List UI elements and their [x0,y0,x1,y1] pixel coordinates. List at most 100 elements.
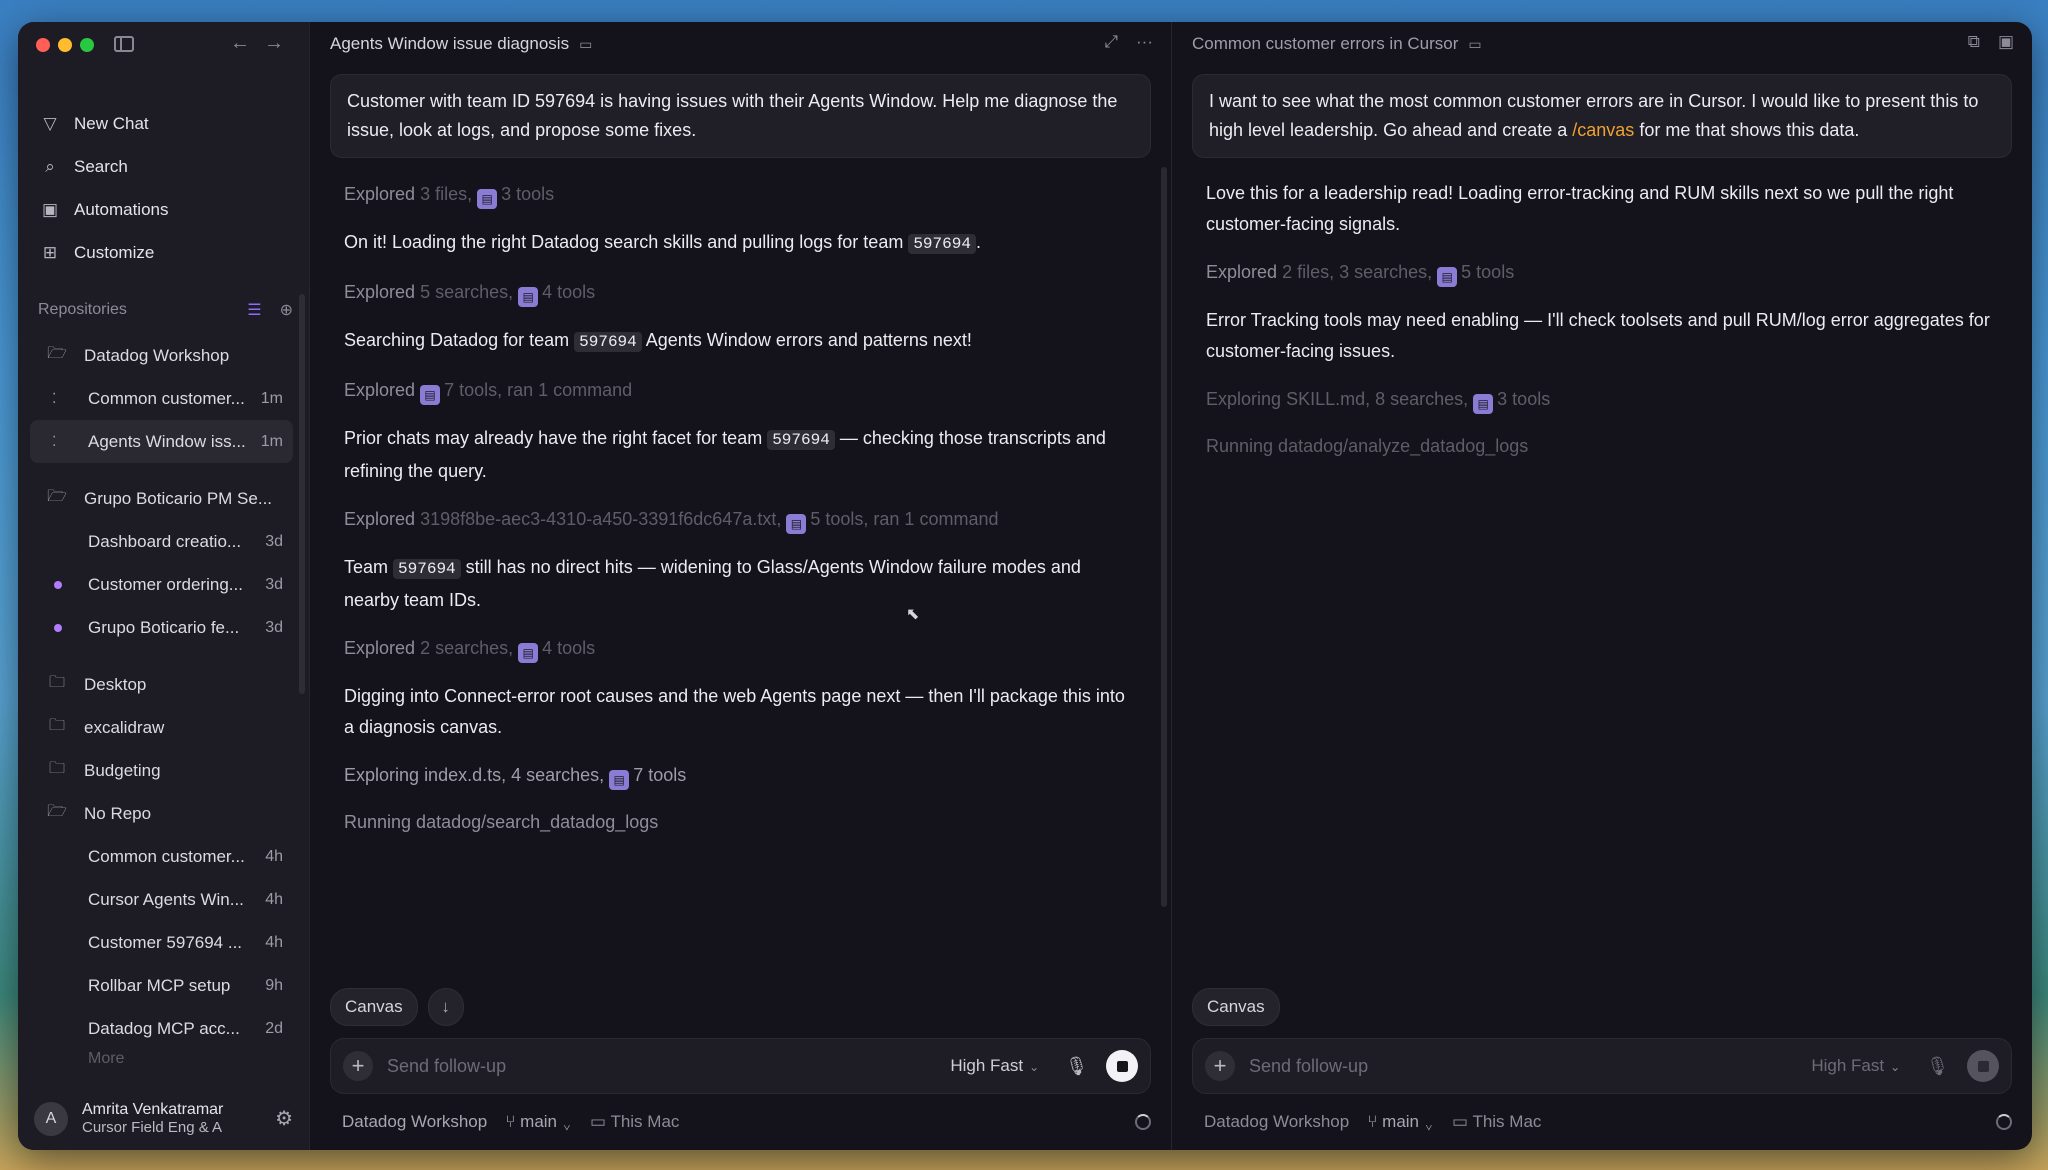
split-view-icon[interactable]: ▣ [1998,32,2014,52]
tool-icon: ▤ [609,770,630,790]
zoom-window-button[interactable] [80,38,94,52]
chat-item[interactable]: Customer 597694 ... 4h [30,921,293,964]
forward-arrow-icon[interactable]: → [264,32,284,55]
conversation: I want to see what the most common custo… [1192,74,2012,461]
stop-button[interactable] [1967,1050,1999,1082]
chat-age: 1m [260,432,283,450]
microphone-icon[interactable]: 🎙 [1065,1056,1088,1077]
step-tools: 4 tools [542,282,596,302]
expand-icon[interactable]: ⤢ [1104,32,1118,52]
add-attachment-button[interactable]: + [343,1051,373,1081]
branch-selector[interactable]: ⑂ main ⌄ [1367,1112,1434,1132]
conversation-scrollbar[interactable] [1161,167,1167,907]
search-button[interactable]: ⌕ Search [34,145,293,188]
filter-icon[interactable]: ☰ [247,300,261,320]
microphone-icon[interactable]: 🎙 [1926,1056,1949,1077]
automations-button[interactable]: ▣ Automations [34,188,293,231]
chat-item[interactable]: Datadog MCP acc... 2d [30,1007,293,1050]
step-tools: 3 tools [1497,389,1551,409]
automations-label: Automations [74,199,169,219]
step-detail: 2 files, 3 searches, [1282,262,1433,282]
model-selector[interactable]: High Fast ⌄ [1811,1056,1900,1076]
loading-spinner-icon [1135,1114,1151,1130]
assistant-message: Searching Datadog for team 597694 Agents… [330,325,1151,358]
chat-title: Agents Window iss... [88,431,246,451]
chat-item[interactable]: ⁚ Common customer... 1m [30,377,293,420]
chat-item[interactable]: Customer ordering... 3d [30,563,293,606]
new-chat-button[interactable]: ▽ New Chat [34,102,293,145]
add-folder-icon[interactable]: ⊕ [280,300,293,320]
chat-item[interactable]: Rollbar MCP setup 9h [30,964,293,1007]
minimize-window-button[interactable] [58,38,72,52]
tool-icon: ▤ [518,287,539,307]
sidebar: ← → ▽ New Chat ⌕ Search ▣ Automations ⊞ … [18,22,310,1150]
laptop-icon: ▭ [579,35,593,52]
repo-budgeting[interactable]: 🗀 Budgeting [30,749,293,792]
copy-icon[interactable]: ⧉ [1968,32,1980,52]
assistant-message: Love this for a leadership read! Loading… [1206,183,1954,234]
repo-desktop[interactable]: 🗀 Desktop [30,663,293,706]
panel-footer: Datadog Workshop ⑂ main ⌄ ▭ This Mac [342,1112,1151,1132]
more-options-icon[interactable]: ··· [1136,32,1153,52]
automations-icon: ▣ [41,199,59,219]
chat-item[interactable]: Grupo Boticario fe... 3d [30,606,293,649]
tool-step-active[interactable]: Exploring SKILL.md, 8 searches, ▤ 3 tools [1192,385,2012,414]
panel-title: Agents Window issue diagnosis ▭ [330,34,592,54]
stop-icon [1977,1060,1989,1072]
tool-step[interactable]: Explored 3198f8be-aec3-4310-a450-3391f6d… [330,505,1151,534]
canvas-chip[interactable]: Canvas [1192,988,1280,1026]
app-window: ← → ▽ New Chat ⌕ Search ▣ Automations ⊞ … [18,22,2032,1150]
step-detail: 3 files, [420,184,473,204]
tool-step[interactable]: Explored 2 files, 3 searches, ▤ 5 tools [1192,258,2012,287]
chat-item[interactable]: Dashboard creatio... 3d [30,520,293,563]
close-window-button[interactable] [36,38,50,52]
panel-title-text: Common customer errors in Cursor [1192,34,1459,53]
repo-excalidraw[interactable]: 🗀 excalidraw [30,706,293,749]
tool-step[interactable]: Explored 5 searches, ▤ 4 tools [330,278,1151,307]
chevron-down-icon: ⌄ [1029,1060,1040,1074]
add-attachment-button[interactable]: + [1205,1051,1235,1081]
repo-selector[interactable]: Datadog Workshop [342,1112,487,1132]
chat-panel-right: Common customer errors in Cursor ▭ ⧉ ▣ I… [1172,22,2032,1150]
step-verb: Explored [344,380,416,400]
tool-step[interactable]: Explored ▤ 7 tools, ran 1 command [330,376,1151,405]
gear-icon[interactable]: ⚙ [275,1106,293,1131]
model-selector[interactable]: High Fast ⌄ [950,1056,1039,1076]
tool-step-active[interactable]: Exploring index.d.ts, 4 searches, ▤ 7 too… [330,761,1151,790]
user-profile[interactable]: A Amrita Venkatramar Cursor Field Eng & … [34,1101,293,1136]
sidebar-toggle-icon[interactable] [114,36,134,52]
chat-title: Datadog MCP acc... [88,1018,240,1038]
repo-datadog-workshop[interactable]: 🗁 Datadog Workshop [30,334,293,377]
repo-name: Desktop [84,674,147,694]
new-chat-label: New Chat [74,113,149,133]
branch-selector[interactable]: ⑂ main ⌄ [505,1112,572,1132]
repo-no-repo[interactable]: 🗁 No Repo [30,792,293,835]
user-prompt: I want to see what the most common custo… [1192,74,2012,158]
inline-code: 597694 [574,332,642,352]
chat-item[interactable]: Common customer... 4h [30,835,293,878]
chat-title: Rollbar MCP setup [88,975,231,995]
follow-up-input[interactable]: Send follow-up [1249,1056,1811,1077]
tool-step[interactable]: Explored 2 searches, ▤ 4 tools [330,634,1151,663]
follow-up-input[interactable]: Send follow-up [387,1056,950,1077]
machine-selector[interactable]: ▭ This Mac [1452,1112,1541,1132]
folder-open-icon: 🗁 [47,803,67,820]
back-arrow-icon[interactable]: ← [230,32,250,55]
step-verb: Exploring [1206,389,1282,409]
sidebar-scrollbar[interactable] [299,294,305,694]
scroll-down-icon[interactable]: ↓ [427,988,464,1026]
stop-button[interactable] [1106,1050,1138,1082]
folder-icon: 🗀 [48,717,65,734]
machine-selector[interactable]: ▭ This Mac [590,1112,679,1132]
message-text: Agents Window errors and patterns next! [641,330,972,350]
repo-grupo-boticario[interactable]: 🗁 Grupo Boticario PM Se... [30,477,293,520]
chat-item[interactable]: Cursor Agents Win... 4h [30,878,293,921]
tool-step[interactable]: Explored 3 files, ▤ 3 tools [330,180,1151,209]
canvas-chip[interactable]: Canvas [330,988,418,1026]
customize-button[interactable]: ⊞ Customize [34,231,293,274]
step-verb: Explored [1206,262,1278,282]
folder-icon: 🗀 [48,760,65,777]
chat-item-active[interactable]: ⁚ Agents Window iss... 1m [30,420,293,463]
more-link[interactable]: More [30,1050,293,1074]
repo-selector[interactable]: Datadog Workshop [1204,1112,1349,1132]
